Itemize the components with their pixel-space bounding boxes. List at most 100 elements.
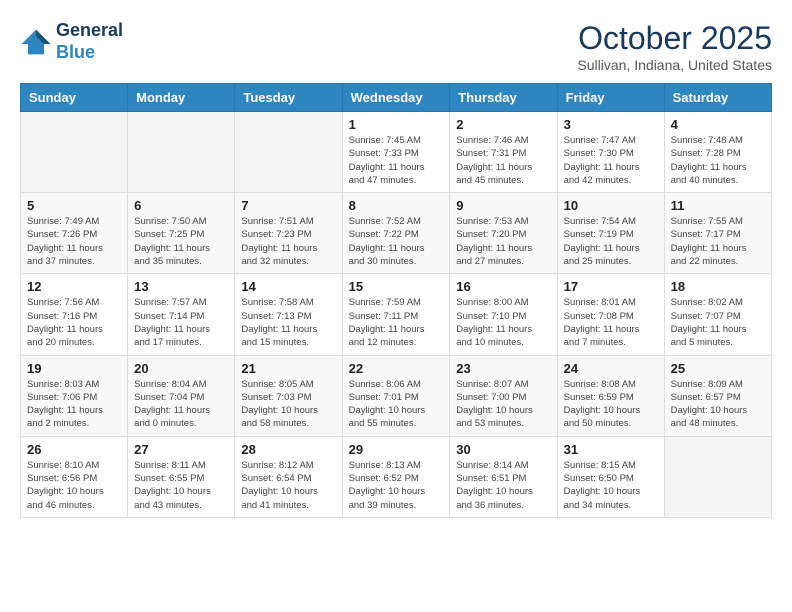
day-number: 1: [349, 117, 444, 132]
day-info: Sunrise: 7:58 AM Sunset: 7:13 PM Dayligh…: [241, 296, 335, 349]
day-number: 4: [671, 117, 765, 132]
week-row-5: 26 Sunrise: 8:10 AM Sunset: 6:56 PM Dayli…: [21, 436, 772, 517]
calendar-cell: 15Sunrise: 7:59 AM Sunset: 7:11 PM Dayli…: [342, 274, 450, 355]
day-number: 22: [349, 361, 444, 376]
day-number: 7: [241, 198, 335, 213]
day-number: 30: [456, 442, 550, 457]
day-info: Sunrise: 7:56 AM Sunset: 7:16 PM Dayligh…: [27, 296, 121, 349]
logo-line1: General: [56, 20, 123, 42]
calendar-cell: 1 Sunrise: 7:45 AM Sunset: 7:33 PM Daylig…: [342, 112, 450, 193]
col-header-thursday: Thursday: [450, 84, 557, 112]
day-number: 8: [349, 198, 444, 213]
day-info: Sunrise: 8:10 AM Sunset: 6:56 PM Dayligh…: [27, 459, 121, 512]
logo: General Blue: [20, 20, 123, 63]
calendar-cell: 7 Sunrise: 7:51 AM Sunset: 7:23 PM Daylig…: [235, 193, 342, 274]
day-number: 24: [564, 361, 658, 376]
page-header: General Blue October 2025 Sullivan, Indi…: [20, 20, 772, 73]
day-info: Sunrise: 8:11 AM Sunset: 6:55 PM Dayligh…: [134, 459, 228, 512]
calendar-cell: 3 Sunrise: 7:47 AM Sunset: 7:30 PM Daylig…: [557, 112, 664, 193]
day-info: Sunrise: 7:48 AM Sunset: 7:28 PM Dayligh…: [671, 134, 765, 187]
calendar-cell: 18Sunrise: 8:02 AM Sunset: 7:07 PM Dayli…: [664, 274, 771, 355]
day-info: Sunrise: 7:49 AM Sunset: 7:26 PM Dayligh…: [27, 215, 121, 268]
col-header-saturday: Saturday: [664, 84, 771, 112]
location-subtitle: Sullivan, Indiana, United States: [577, 57, 772, 73]
day-info: Sunrise: 8:05 AM Sunset: 7:03 PM Dayligh…: [241, 378, 335, 431]
day-number: 12: [27, 279, 121, 294]
col-header-friday: Friday: [557, 84, 664, 112]
day-number: 28: [241, 442, 335, 457]
day-info: Sunrise: 7:51 AM Sunset: 7:23 PM Dayligh…: [241, 215, 335, 268]
day-info: Sunrise: 8:07 AM Sunset: 7:00 PM Dayligh…: [456, 378, 550, 431]
calendar-cell: 21Sunrise: 8:05 AM Sunset: 7:03 PM Dayli…: [235, 355, 342, 436]
day-number: 2: [456, 117, 550, 132]
col-header-tuesday: Tuesday: [235, 84, 342, 112]
week-row-1: 1 Sunrise: 7:45 AM Sunset: 7:33 PM Daylig…: [21, 112, 772, 193]
week-row-4: 19 Sunrise: 8:03 AM Sunset: 7:06 PM Dayli…: [21, 355, 772, 436]
calendar-cell: 27 Sunrise: 8:11 AM Sunset: 6:55 PM Dayli…: [128, 436, 235, 517]
calendar-cell: 26 Sunrise: 8:10 AM Sunset: 6:56 PM Dayli…: [21, 436, 128, 517]
day-info: Sunrise: 8:14 AM Sunset: 6:51 PM Dayligh…: [456, 459, 550, 512]
day-number: 16: [456, 279, 550, 294]
calendar-cell: [235, 112, 342, 193]
day-info: Sunrise: 8:03 AM Sunset: 7:06 PM Dayligh…: [27, 378, 121, 431]
calendar-cell: 17Sunrise: 8:01 AM Sunset: 7:08 PM Dayli…: [557, 274, 664, 355]
col-header-monday: Monday: [128, 84, 235, 112]
day-info: Sunrise: 8:09 AM Sunset: 6:57 PM Dayligh…: [671, 378, 765, 431]
day-info: Sunrise: 8:04 AM Sunset: 7:04 PM Dayligh…: [134, 378, 228, 431]
day-info: Sunrise: 8:08 AM Sunset: 6:59 PM Dayligh…: [564, 378, 658, 431]
calendar-cell: 19 Sunrise: 8:03 AM Sunset: 7:06 PM Dayli…: [21, 355, 128, 436]
day-number: 27: [134, 442, 228, 457]
calendar-cell: 28 Sunrise: 8:12 AM Sunset: 6:54 PM Dayli…: [235, 436, 342, 517]
calendar-cell: 12 Sunrise: 7:56 AM Sunset: 7:16 PM Dayli…: [21, 274, 128, 355]
calendar-cell: 24 Sunrise: 8:08 AM Sunset: 6:59 PM Dayli…: [557, 355, 664, 436]
day-info: Sunrise: 7:45 AM Sunset: 7:33 PM Dayligh…: [349, 134, 444, 187]
calendar-cell: [128, 112, 235, 193]
day-info: Sunrise: 7:52 AM Sunset: 7:22 PM Dayligh…: [349, 215, 444, 268]
day-info: Sunrise: 8:15 AM Sunset: 6:50 PM Dayligh…: [564, 459, 658, 512]
logo-line2: Blue: [56, 42, 123, 64]
title-block: October 2025 Sullivan, Indiana, United S…: [577, 20, 772, 73]
calendar-cell: 13 Sunrise: 7:57 AM Sunset: 7:14 PM Dayli…: [128, 274, 235, 355]
calendar-cell: [21, 112, 128, 193]
calendar-header-row: SundayMondayTuesdayWednesdayThursdayFrid…: [21, 84, 772, 112]
calendar-cell: 6Sunrise: 7:50 AM Sunset: 7:25 PM Daylig…: [128, 193, 235, 274]
day-number: 11: [671, 198, 765, 213]
day-number: 23: [456, 361, 550, 376]
calendar-cell: 2 Sunrise: 7:46 AM Sunset: 7:31 PM Daylig…: [450, 112, 557, 193]
month-title: October 2025: [577, 20, 772, 57]
calendar-cell: 25Sunrise: 8:09 AM Sunset: 6:57 PM Dayli…: [664, 355, 771, 436]
day-info: Sunrise: 7:57 AM Sunset: 7:14 PM Dayligh…: [134, 296, 228, 349]
col-header-wednesday: Wednesday: [342, 84, 450, 112]
day-number: 5: [27, 198, 121, 213]
week-row-2: 5 Sunrise: 7:49 AM Sunset: 7:26 PM Daylig…: [21, 193, 772, 274]
day-info: Sunrise: 8:02 AM Sunset: 7:07 PM Dayligh…: [671, 296, 765, 349]
day-number: 13: [134, 279, 228, 294]
calendar-cell: 31 Sunrise: 8:15 AM Sunset: 6:50 PM Dayli…: [557, 436, 664, 517]
day-info: Sunrise: 8:06 AM Sunset: 7:01 PM Dayligh…: [349, 378, 444, 431]
calendar-cell: 10 Sunrise: 7:54 AM Sunset: 7:19 PM Dayli…: [557, 193, 664, 274]
day-number: 3: [564, 117, 658, 132]
day-info: Sunrise: 7:54 AM Sunset: 7:19 PM Dayligh…: [564, 215, 658, 268]
day-info: Sunrise: 8:13 AM Sunset: 6:52 PM Dayligh…: [349, 459, 444, 512]
day-number: 15: [349, 279, 444, 294]
day-number: 19: [27, 361, 121, 376]
day-info: Sunrise: 7:46 AM Sunset: 7:31 PM Dayligh…: [456, 134, 550, 187]
calendar-cell: 30 Sunrise: 8:14 AM Sunset: 6:51 PM Dayli…: [450, 436, 557, 517]
day-number: 10: [564, 198, 658, 213]
day-info: Sunrise: 7:47 AM Sunset: 7:30 PM Dayligh…: [564, 134, 658, 187]
calendar-cell: 20 Sunrise: 8:04 AM Sunset: 7:04 PM Dayli…: [128, 355, 235, 436]
day-info: Sunrise: 8:00 AM Sunset: 7:10 PM Dayligh…: [456, 296, 550, 349]
calendar-cell: 23 Sunrise: 8:07 AM Sunset: 7:00 PM Dayli…: [450, 355, 557, 436]
day-number: 20: [134, 361, 228, 376]
day-number: 9: [456, 198, 550, 213]
col-header-sunday: Sunday: [21, 84, 128, 112]
day-number: 29: [349, 442, 444, 457]
day-number: 31: [564, 442, 658, 457]
day-number: 26: [27, 442, 121, 457]
day-info: Sunrise: 8:01 AM Sunset: 7:08 PM Dayligh…: [564, 296, 658, 349]
calendar-cell: 22 Sunrise: 8:06 AM Sunset: 7:01 PM Dayli…: [342, 355, 450, 436]
calendar-cell: 8 Sunrise: 7:52 AM Sunset: 7:22 PM Daylig…: [342, 193, 450, 274]
day-info: Sunrise: 7:50 AM Sunset: 7:25 PM Dayligh…: [134, 215, 228, 268]
day-info: Sunrise: 8:12 AM Sunset: 6:54 PM Dayligh…: [241, 459, 335, 512]
day-number: 14: [241, 279, 335, 294]
